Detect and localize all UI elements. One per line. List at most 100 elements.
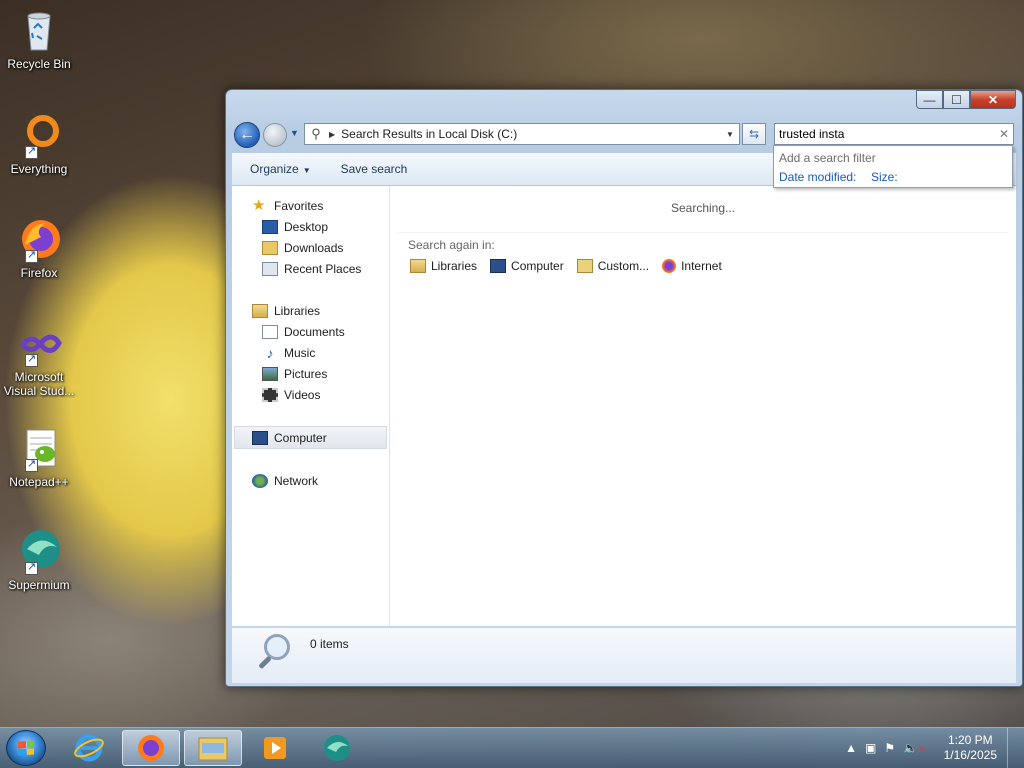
- network-tray-icon[interactable]: ▣: [865, 741, 876, 755]
- taskbar-windows-explorer[interactable]: [184, 730, 242, 766]
- clock-time: 1:20 PM: [947, 733, 993, 747]
- back-button[interactable]: ←: [234, 122, 260, 148]
- notepad-plus-plus-icon: [15, 424, 63, 472]
- shortcut-arrow-icon: [25, 560, 38, 575]
- desktop-icon-notepad-plus-plus[interactable]: Notepad++: [2, 424, 76, 489]
- desktop-icon-visual-studio[interactable]: Microsoft Visual Stud...: [2, 319, 76, 398]
- clear-search-icon[interactable]: ✕: [995, 127, 1013, 141]
- location-label: Computer: [511, 259, 564, 273]
- recycle-bin-icon: [15, 6, 63, 54]
- star-icon: ★: [252, 196, 266, 214]
- address-bar[interactable]: ⚲ ▶ Search Results in Local Disk (C:) ▼: [304, 123, 740, 145]
- search-filter-popup: Add a search filter Date modified: Size:: [773, 145, 1013, 188]
- shortcut-arrow-icon: [25, 144, 38, 159]
- show-hidden-icons[interactable]: ▲: [845, 741, 857, 755]
- desktop-icon-recycle-bin[interactable]: Recycle Bin: [2, 6, 76, 71]
- firefox-icon: [662, 259, 677, 273]
- nav-label: Documents: [284, 324, 345, 339]
- search-again-internet[interactable]: Internet: [662, 259, 722, 273]
- custom-folder-icon: [576, 259, 593, 273]
- action-center-flag-icon[interactable]: ⚑: [884, 741, 895, 755]
- nav-item-desktop[interactable]: Desktop: [232, 216, 389, 237]
- breadcrumb-chevron-icon[interactable]: ▶: [329, 130, 335, 139]
- desktop-icon-label: Microsoft Visual Stud...: [3, 370, 75, 398]
- desktop-icon-supermium[interactable]: Supermium: [2, 527, 76, 592]
- nav-label: Network: [274, 473, 319, 488]
- shortcut-arrow-icon: [25, 457, 38, 472]
- desktop-icon-label: Firefox: [20, 266, 58, 280]
- close-button[interactable]: ✕: [970, 90, 1016, 109]
- search-input[interactable]: [775, 126, 995, 142]
- desktop-icon-everything[interactable]: Everything: [2, 111, 76, 176]
- nav-computer[interactable]: Computer: [234, 426, 387, 449]
- refresh-button[interactable]: ⇆: [742, 123, 766, 145]
- maximize-button[interactable]: ☐: [943, 90, 970, 109]
- nav-item-documents[interactable]: Documents: [232, 321, 389, 342]
- folder-icon: [198, 737, 228, 761]
- taskbar-firefox[interactable]: [122, 730, 180, 766]
- desktop-icon-label: Notepad++: [9, 475, 69, 489]
- location-label: Libraries: [431, 259, 478, 273]
- search-results-icon: ⚲: [311, 126, 321, 141]
- videos-icon: [262, 387, 278, 402]
- nav-network[interactable]: Network: [232, 470, 389, 491]
- item-count: 0 items: [310, 637, 349, 651]
- recent-pages-dropdown[interactable]: ▼: [290, 128, 299, 138]
- location-label: Custom...: [597, 259, 650, 273]
- internet-explorer-icon: [74, 734, 104, 762]
- nav-favorites[interactable]: ★ Favorites: [232, 195, 389, 216]
- filter-size[interactable]: Size:: [871, 170, 898, 184]
- firefox-icon: [138, 735, 164, 761]
- desktop-icon-firefox[interactable]: Firefox: [2, 215, 76, 280]
- nav-item-downloads[interactable]: Downloads: [232, 237, 389, 258]
- back-arrow-icon: ←: [239, 126, 255, 143]
- nav-label: Desktop: [284, 219, 329, 234]
- save-search-button[interactable]: Save search: [323, 162, 420, 176]
- nav-item-videos[interactable]: Videos: [232, 384, 389, 405]
- nav-item-music[interactable]: ♪ Music: [232, 342, 389, 363]
- nav-item-recent-places[interactable]: Recent Places: [232, 258, 389, 279]
- nav-label: Favorites: [274, 198, 324, 213]
- volume-muted-icon[interactable]: 🔈✕: [903, 741, 926, 755]
- taskbar-supermium[interactable]: [308, 730, 366, 766]
- firefox-icon: [15, 215, 63, 263]
- music-icon: ♪: [266, 344, 274, 361]
- shortcut-arrow-icon: [25, 248, 38, 263]
- nav-label: Libraries: [274, 303, 321, 318]
- searching-status: Searching...: [670, 201, 736, 215]
- computer-icon: [490, 259, 507, 273]
- nav-label: Downloads: [284, 240, 344, 255]
- organize-button[interactable]: Organize ▼: [232, 162, 323, 176]
- recent-places-icon: [262, 261, 278, 276]
- supermium-icon: [324, 735, 350, 761]
- taskbar-media-player[interactable]: [246, 730, 304, 766]
- nav-label: Recent Places: [284, 261, 362, 276]
- results-pane: Searching... Search again in: Libraries …: [390, 186, 1016, 626]
- forward-button[interactable]: [263, 123, 287, 147]
- refresh-icon: ⇆: [748, 127, 760, 141]
- magnifier-icon: [254, 634, 294, 678]
- show-desktop-button[interactable]: [1007, 728, 1018, 768]
- nav-label: Videos: [284, 387, 321, 402]
- search-again-libraries[interactable]: Libraries: [410, 259, 477, 273]
- filter-date-modified[interactable]: Date modified:: [779, 170, 856, 184]
- clock[interactable]: 1:20 PM 1/16/2025: [944, 733, 997, 763]
- search-again-custom[interactable]: Custom...: [576, 259, 650, 273]
- minimize-button[interactable]: —: [916, 90, 943, 109]
- address-text[interactable]: Search Results in Local Disk (C:): [341, 127, 721, 141]
- network-icon: [252, 473, 268, 488]
- taskbar-internet-explorer[interactable]: [60, 730, 118, 766]
- supermium-icon: [15, 527, 63, 575]
- nav-item-pictures[interactable]: Pictures: [232, 363, 389, 384]
- libraries-icon: [410, 259, 426, 273]
- start-button[interactable]: [6, 730, 46, 766]
- clock-date: 1/16/2025: [943, 748, 997, 762]
- nav-libraries[interactable]: Libraries: [232, 300, 389, 321]
- media-player-icon: [264, 737, 286, 759]
- search-box[interactable]: ✕: [774, 123, 1014, 145]
- address-dropdown-icon[interactable]: ▼: [721, 130, 739, 139]
- libraries-icon: [252, 303, 268, 318]
- window-controls: — ☐ ✕: [916, 90, 1016, 109]
- search-again-computer[interactable]: Computer: [490, 259, 564, 273]
- nav-label: Computer: [274, 430, 327, 445]
